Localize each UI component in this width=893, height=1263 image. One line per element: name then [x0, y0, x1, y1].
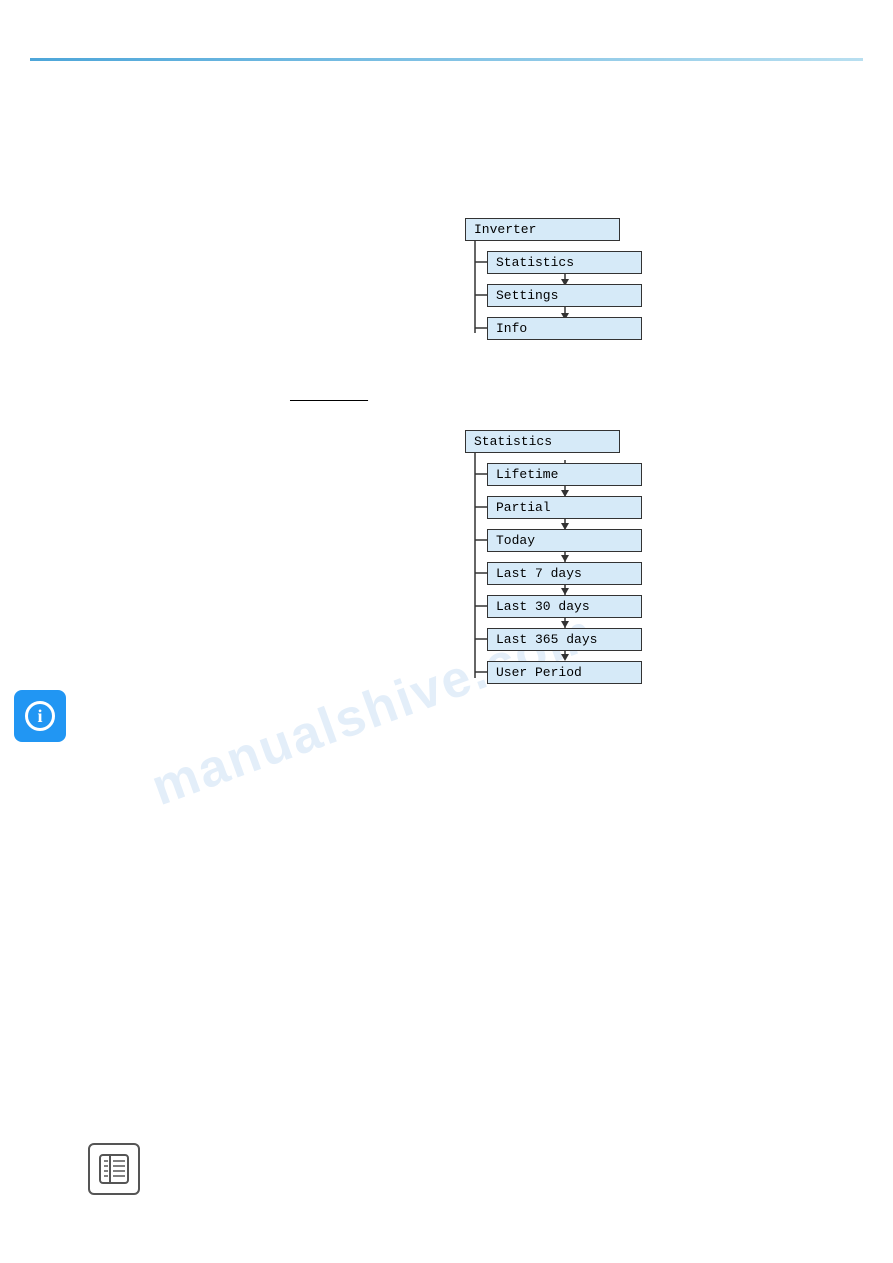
- book-svg: [96, 1151, 132, 1187]
- today-box: Today: [487, 529, 642, 552]
- last30-box: Last 30 days: [487, 595, 642, 618]
- last365-box: Last 365 days: [487, 628, 642, 651]
- diagram2: Statistics Lifetime Partial Today Last 7…: [0, 0, 893, 800]
- info-icon: i: [25, 701, 55, 731]
- lifetime-box: Lifetime: [487, 463, 642, 486]
- last7-box: Last 7 days: [487, 562, 642, 585]
- statistics-box: Statistics: [465, 430, 620, 453]
- partial-box: Partial: [487, 496, 642, 519]
- info-badge: i: [14, 690, 66, 742]
- diagram2-connectors: [0, 0, 893, 800]
- book-icon: [88, 1143, 140, 1195]
- userperiod-box: User Period: [487, 661, 642, 684]
